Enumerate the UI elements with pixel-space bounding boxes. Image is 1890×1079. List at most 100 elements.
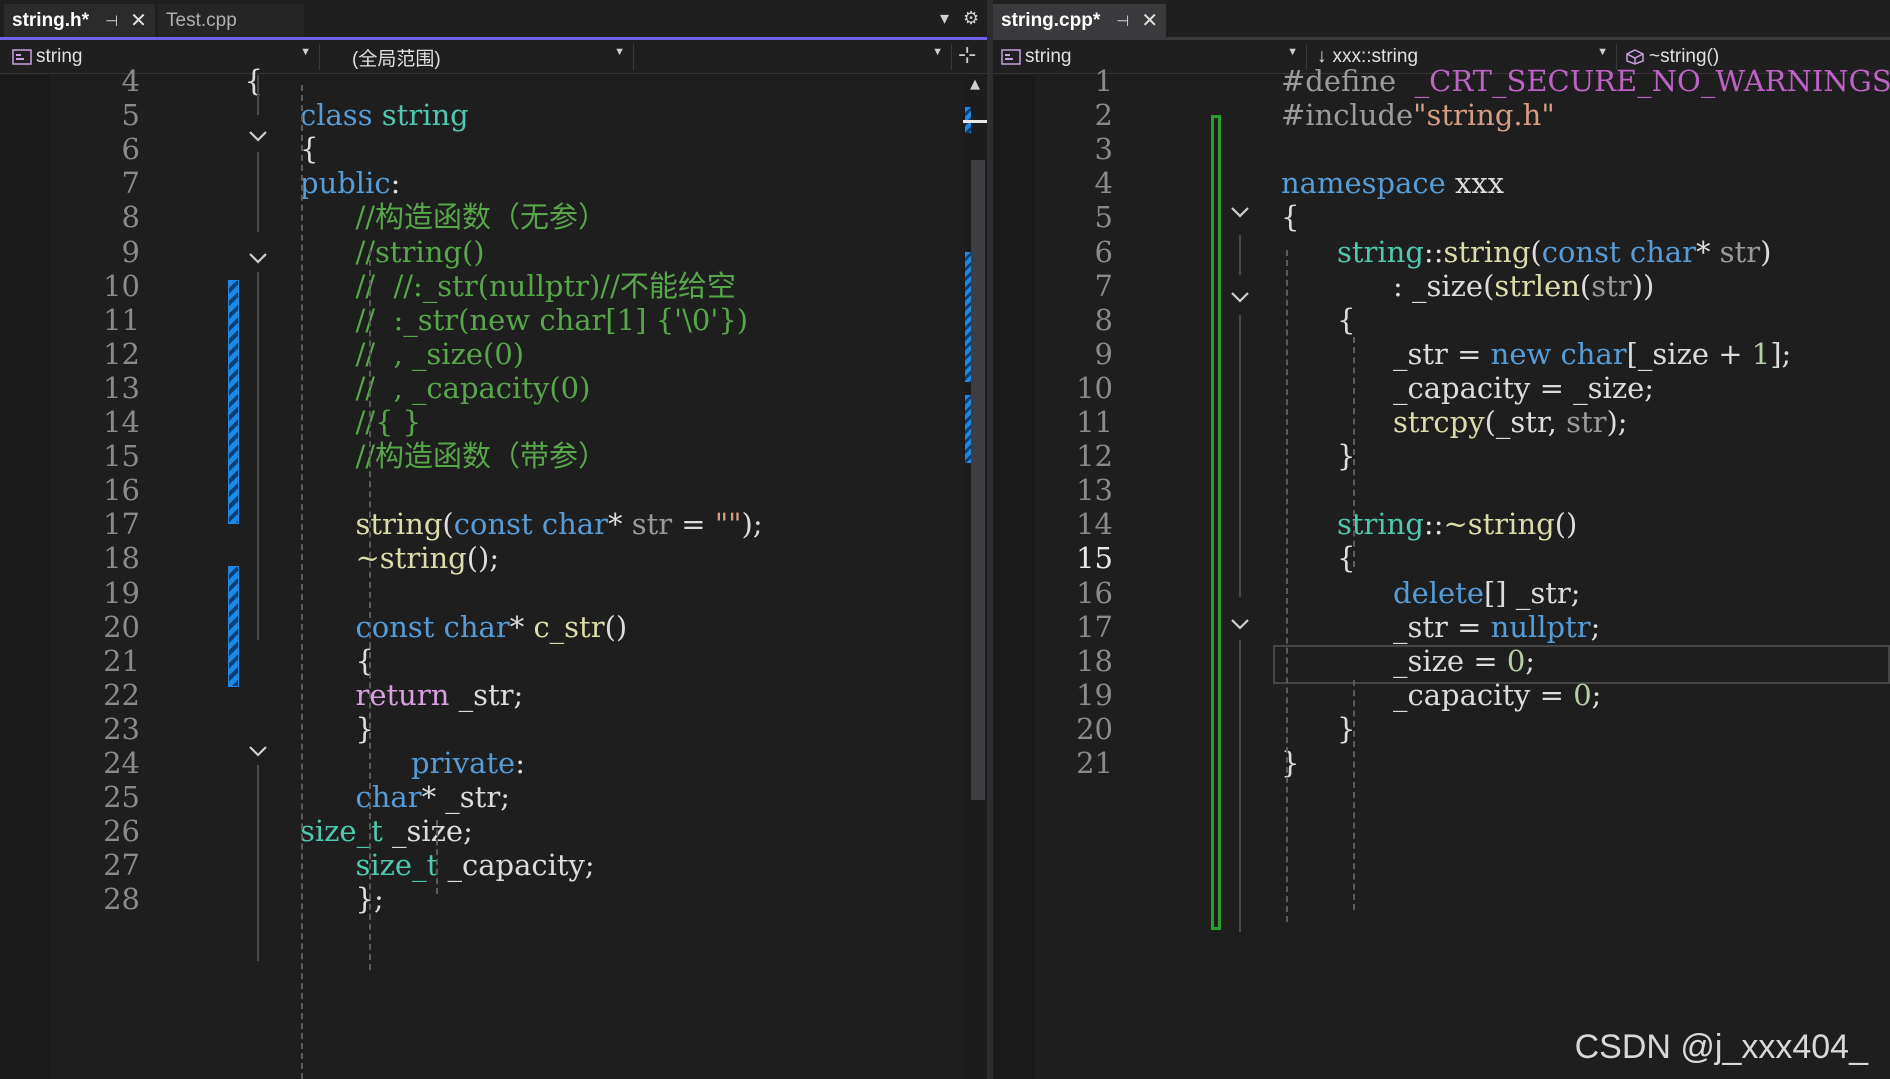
code-token: 0 — [1573, 677, 1592, 712]
code-token: private — [411, 746, 516, 780]
scroll-change-marker — [965, 252, 971, 382]
code-token: #define — [1281, 64, 1397, 98]
fold-line — [257, 152, 259, 232]
chevron-down-icon[interactable] — [247, 740, 269, 762]
code-token: const — [355, 609, 435, 644]
chevron-down-icon[interactable] — [1229, 201, 1251, 223]
code-token: str — [1719, 234, 1761, 269]
code-token: [_size + — [1626, 336, 1752, 371]
code-token: str — [1566, 405, 1607, 439]
tab-string-cpp[interactable]: string.cpp* ⊣ ✕ — [993, 4, 1167, 37]
code-token: [] _str; — [1483, 575, 1581, 610]
pin-icon[interactable]: ⊣ — [1116, 12, 1129, 30]
code-token: ; — [1525, 643, 1536, 678]
fold-line — [1239, 640, 1241, 932]
code-token: const — [1541, 234, 1621, 269]
code-token: (_str, — [1484, 405, 1567, 439]
indent-guide — [301, 85, 303, 1079]
code-token: () — [1554, 507, 1578, 542]
close-icon[interactable]: ✕ — [1141, 8, 1158, 33]
code-token: { — [355, 643, 374, 678]
indent-guide — [369, 250, 371, 970]
code-token: _str = — [1393, 336, 1491, 371]
chevron-down-icon: ▼ — [614, 46, 625, 58]
code-token: new — [1490, 336, 1552, 371]
fold-line — [257, 75, 259, 115]
fold-line — [1239, 235, 1241, 275]
close-icon[interactable]: ✕ — [130, 8, 147, 33]
code-token: char — [541, 507, 608, 542]
left-editor-pane: string.h* ⊣ ✕ Test.cpp ▾ ⚙ string ▼ (全局范… — [0, 0, 987, 1079]
tab-string-h[interactable]: string.h* ⊣ ✕ — [4, 4, 155, 37]
chevron-down-icon: ▼ — [932, 46, 943, 58]
code-token: : — [515, 746, 525, 780]
gear-icon[interactable]: ⚙ — [963, 8, 979, 29]
code-token: ; — [1591, 677, 1602, 712]
tab-label: Test.cpp — [166, 9, 237, 31]
right-code-editor[interactable]: 1#define _CRT_SECURE_NO_WARNINGS 12#incl… — [993, 64, 1890, 1079]
tab-test-cpp[interactable]: Test.cpp — [158, 4, 304, 37]
scroll-up-icon[interactable]: ▲ — [970, 77, 980, 92]
left-code-editor[interactable]: 4{5 class string 6{7 public: 8//构造函数（无参） 9//s… — [0, 64, 987, 1079]
indent-guide — [436, 820, 438, 894]
code-token: char — [1629, 234, 1696, 269]
code-token: _capacity = — [1393, 677, 1574, 712]
code-token: strcpy — [1393, 405, 1485, 439]
chevron-down-icon[interactable] — [247, 247, 269, 269]
code-token: ]; — [1770, 336, 1792, 371]
scroll-change-marker — [965, 395, 971, 463]
code-token: //构造函数（带参） — [355, 439, 608, 474]
code-token: } — [355, 711, 374, 746]
code-token: ); — [1606, 405, 1628, 439]
code-token: )) — [1631, 268, 1655, 303]
code-line[interactable]: 21} — [993, 743, 1890, 784]
code-token: const — [453, 507, 533, 542]
code-token: { — [1337, 302, 1356, 337]
code-token: ( — [442, 507, 454, 542]
tab-dropdown-icon[interactable]: ▾ — [940, 8, 949, 29]
line-number: 28 — [103, 882, 140, 917]
code-token: (); — [466, 541, 500, 576]
code-token: :: — [1423, 234, 1444, 269]
pin-icon[interactable]: ⊣ — [105, 12, 118, 30]
code-token: _str = — [1393, 609, 1491, 644]
code-token: strlen — [1494, 268, 1580, 303]
code-token: char — [1560, 336, 1627, 371]
code-token: // , _capacity(0) — [355, 370, 591, 405]
chevron-down-icon[interactable] — [1229, 286, 1251, 308]
code-token: _capacity; — [438, 848, 595, 883]
code-token: str — [1591, 268, 1632, 303]
watermark: CSDN @j_xxx404_ — [1574, 1028, 1868, 1066]
code-token: // :_str(new char[1] {'\0'}) — [355, 302, 749, 337]
code-token: class — [300, 98, 373, 133]
code-token: delete — [1393, 575, 1484, 610]
code-token: //构造函数（无参） — [355, 200, 608, 235]
code-token: _size = — [1393, 643, 1507, 678]
code-token: #include — [1281, 98, 1414, 133]
vertical-scrollbar[interactable]: ▲ — [963, 75, 987, 1079]
code-token: _size; — [382, 814, 473, 849]
code-token: "string.h" — [1413, 98, 1555, 133]
code-token: : — [390, 166, 401, 201]
code-token: "" — [714, 507, 742, 542]
code-token: { — [244, 64, 263, 98]
tab-label: string.h* — [12, 9, 90, 31]
code-token: ) — [1760, 234, 1772, 269]
code-token: ); — [741, 507, 763, 542]
line-number: 21 — [1076, 746, 1113, 780]
code-token: } — [1281, 746, 1300, 780]
code-token: _CRT_SECURE_NO_WARNINGS — [1414, 64, 1890, 98]
chevron-down-icon[interactable] — [1229, 613, 1251, 635]
code-line[interactable]: 28}; — [0, 879, 987, 920]
right-editor-pane: string.cpp* ⊣ ✕ string ▼ ↓ xxx::string ▼ — [993, 0, 1890, 1079]
chevron-down-icon[interactable] — [247, 125, 269, 147]
scrollbar-thumb[interactable] — [971, 160, 985, 800]
code-token: public — [300, 166, 391, 201]
code-token: namespace — [1281, 166, 1446, 201]
code-token: c_str — [533, 609, 605, 644]
indent-guide — [1286, 250, 1288, 922]
